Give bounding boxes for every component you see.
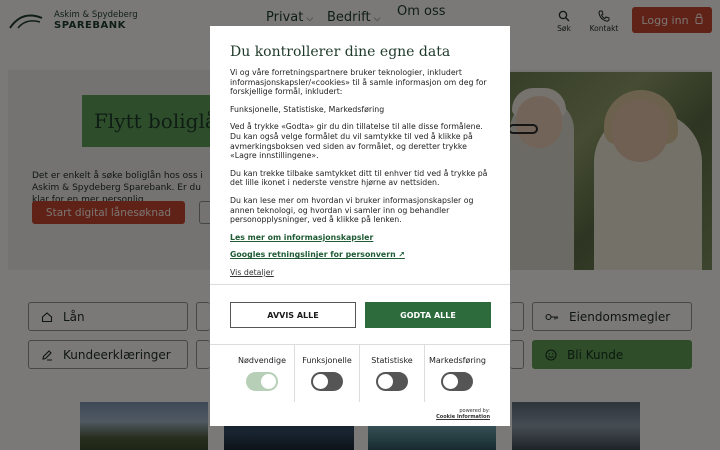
dialog-paragraph: Funksjonelle, Statistiske, Markedsføring [230,104,385,114]
cookie-information-logo[interactable]: Cookie Information [436,414,490,420]
statistics-toggle[interactable] [376,372,408,391]
necessary-toggle [246,372,278,391]
cookies-info-link-text: Les mer om informasjonskapsler [230,232,374,242]
functional-toggle[interactable] [311,372,343,391]
toggle-knob [313,374,328,389]
show-details-link[interactable]: Vis detaljer [230,268,492,278]
category-necessary: Nødvendige [230,344,295,402]
dialog-paragraph: Du kan trekke tilbake samtykket ditt til… [230,168,488,188]
cookies-info-link[interactable]: Les mer om informasjonskapsler [230,233,492,243]
category-label: Funksjonelle [302,356,352,365]
category-label: Nødvendige [238,356,286,365]
dialog-body: Vi og våre forretningspartnere bruker te… [230,68,492,278]
toggle-knob [261,374,276,389]
external-link-icon: ↗ [398,250,405,260]
divider [210,284,510,285]
google-privacy-link[interactable]: Googles retningslinjer for personvern ↗ [230,250,492,260]
dialog-paragraph: Vi og våre forretningspartnere bruker te… [230,68,487,97]
category-label: Markedsføring [429,356,486,365]
accept-all-button[interactable]: GODTA ALLE [365,302,491,328]
reject-all-button[interactable]: AVVIS ALLE [230,302,356,328]
dialog-paragraph: Du kan lese mer om hvordan vi bruker inf… [230,195,474,225]
google-privacy-link-text: Googles retningslinjer for personvern [230,250,396,260]
toggle-knob [378,374,393,389]
dialog-title: Du kontrollerer dine egne data [230,44,451,60]
powered-by: powered by: Cookie Information [430,408,490,420]
dialog-paragraph: Ved å trykke «Godta» gir du din tillatel… [230,122,483,161]
marketing-toggle[interactable] [441,372,473,391]
category-statistics: Statistiske [360,344,425,402]
cookie-consent-dialog: Du kontrollerer dine egne data Vi og vår… [210,26,510,426]
category-label: Statistiske [371,356,413,365]
toggle-knob [443,374,458,389]
category-marketing: Markedsføring [425,344,490,402]
category-functional: Funksjonelle [295,344,360,402]
